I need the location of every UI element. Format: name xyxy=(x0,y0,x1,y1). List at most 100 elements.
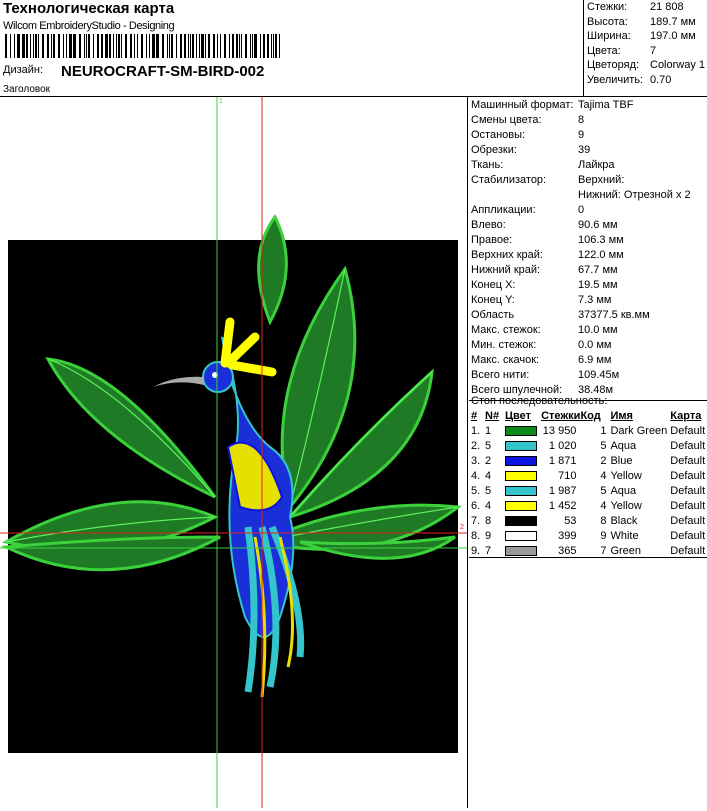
needle-number: 4 xyxy=(485,499,492,512)
barcode-bar xyxy=(229,34,231,58)
barcode-bar xyxy=(263,34,265,58)
color-cell xyxy=(505,423,539,438)
stat-value: 0.70 xyxy=(650,73,672,86)
barcode-bar xyxy=(69,34,72,58)
design-preview[interactable]: 1 2 xyxy=(0,97,468,808)
color-swatch xyxy=(505,470,537,481)
info-value: Tajima TBF xyxy=(578,98,633,113)
info-label: Верхних край: xyxy=(471,249,543,261)
needle-number: 5 xyxy=(485,439,492,452)
barcode-bar xyxy=(17,34,20,58)
stat-row: Ширина: 197.0 мм xyxy=(587,29,707,44)
stat-row: Увеличить: 0.70 xyxy=(587,73,707,88)
barcode-bar xyxy=(13,34,16,58)
barcode-bar xyxy=(187,34,189,58)
row-index: 7. xyxy=(471,514,481,527)
info-label: Всего нити: xyxy=(471,369,530,381)
info-value: 106.3 мм xyxy=(578,233,624,248)
column-header: # xyxy=(471,409,478,422)
info-label: Конец Y: xyxy=(471,294,515,306)
row-index: 9. xyxy=(471,544,481,557)
barcode-bar xyxy=(279,34,281,58)
color-name: Yellow xyxy=(610,499,642,512)
stat-value: 197.0 мм xyxy=(650,30,696,42)
barcode-bar xyxy=(152,34,155,58)
column-header: Код xyxy=(580,409,601,422)
design-label: Дизайн: xyxy=(3,64,44,76)
info-label: Макс. стежок: xyxy=(471,324,541,336)
barcode xyxy=(5,34,282,58)
color-name: White xyxy=(610,529,639,542)
color-map: Default xyxy=(670,454,706,467)
barcode-bar xyxy=(35,34,38,58)
barcode-bar xyxy=(219,34,222,58)
color-map: Default xyxy=(670,514,706,527)
table-row: 8. 9 399 9 White Default xyxy=(471,528,707,543)
stat-label: Ширина: xyxy=(587,30,631,42)
needle-number: 5 xyxy=(485,484,492,497)
info-row: Конец Y: 7.3 мм xyxy=(471,293,707,308)
barcode-bar xyxy=(74,34,76,58)
color-cell xyxy=(505,528,539,543)
column-header: Имя xyxy=(610,409,633,422)
barcode-bar xyxy=(25,34,28,58)
row-index: 5. xyxy=(471,484,481,497)
barcode-bar xyxy=(50,34,52,58)
barcode-bar xyxy=(42,34,44,58)
info-value-line: 0.0 мм xyxy=(578,339,612,351)
barcode-bar xyxy=(272,34,275,58)
info-label: Смены цвета: xyxy=(471,114,542,126)
info-value-line: 8 xyxy=(578,114,585,126)
row-index: 8. xyxy=(471,529,481,542)
barcode-bar xyxy=(240,34,242,58)
color-code: 4 xyxy=(600,499,607,512)
info-value: 0.0 мм xyxy=(578,338,611,353)
barcode-bar xyxy=(32,34,35,58)
color-cell xyxy=(505,468,539,483)
stitch-count: 1 452 xyxy=(548,499,577,512)
info-label: Ткань: xyxy=(471,159,504,171)
info-row: Конец X: 19.5 мм xyxy=(471,278,707,293)
stat-label: Цветоряд: xyxy=(587,59,640,71)
barcode-bar xyxy=(83,34,85,58)
info-label: Влево: xyxy=(471,219,506,231)
barcode-bar xyxy=(136,34,139,58)
barcode-bar xyxy=(118,34,121,58)
info-row: Аппликации: 0 xyxy=(471,203,707,218)
info-value-line: Лайкра xyxy=(578,159,615,171)
color-code: 4 xyxy=(600,469,607,482)
barcode-bar xyxy=(212,34,215,58)
info-value: Лайкра xyxy=(578,158,615,173)
stat-row: Стежки: 21 808 xyxy=(587,0,707,15)
info-value-line: 122.0 мм xyxy=(578,249,624,261)
stat-label: Стежки: xyxy=(587,1,628,13)
barcode-bar xyxy=(23,34,25,58)
color-code: 7 xyxy=(600,544,607,557)
info-label: Машинный формат: xyxy=(471,99,574,111)
barcode-bar xyxy=(201,34,204,58)
stat-label: Цвета: xyxy=(587,44,621,57)
embroidery-preview xyxy=(0,97,467,808)
info-value: 122.0 мм xyxy=(578,248,624,263)
info-row: Макс. скачок: 6.9 мм xyxy=(471,353,707,368)
stat-row: Цвета: 7 xyxy=(587,44,707,59)
stitch-count: 710 xyxy=(558,469,577,482)
stat-value: 7 xyxy=(650,44,657,57)
info-value-line: 37377.5 кв.мм xyxy=(578,309,650,321)
info-row: Стабилизатор: Верхний: Нижний: Отрезной x … xyxy=(471,173,707,203)
stat-value: Colorway 1 xyxy=(650,59,706,71)
barcode-bar xyxy=(198,34,201,58)
barcode-bar xyxy=(180,34,182,58)
stitch-count: 1 020 xyxy=(548,439,577,452)
table-row: 3. 2 1 871 2 Blue Default xyxy=(471,453,707,468)
info-label: Макс. скачок: xyxy=(471,354,540,366)
barcode-bar xyxy=(115,34,118,58)
row-index: 2. xyxy=(471,439,481,452)
barcode-bar xyxy=(157,34,159,58)
barcode-bar xyxy=(106,34,108,58)
stop-sequence: Стоп последовательность: # N# Цвет Стежки Ко… xyxy=(469,394,707,558)
info-value: 67.7 мм xyxy=(578,263,618,278)
info-label: Мин. стежок: xyxy=(471,339,537,351)
table-row: 9. 7 365 7 Green Default xyxy=(471,543,707,558)
barcode-bar xyxy=(93,34,95,58)
